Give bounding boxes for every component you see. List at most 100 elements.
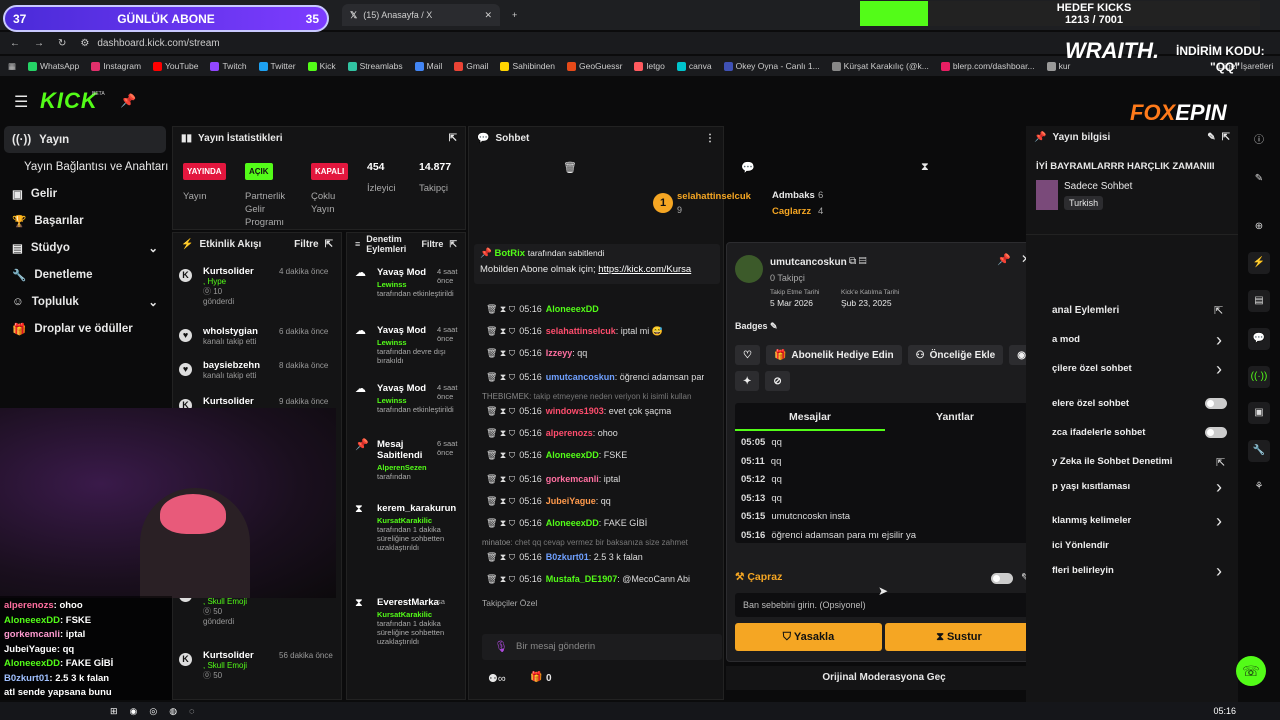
bookmark-item[interactable]: Streamlabs — [347, 61, 403, 72]
chevron-right-icon[interactable]: › — [1216, 359, 1222, 380]
external-link-icon[interactable]: ⇱ — [1216, 456, 1225, 469]
bookmark-item[interactable]: Sahibinden — [500, 61, 555, 72]
bookmark-item[interactable]: WhatsApp — [28, 61, 79, 72]
chat-bubble-icon[interactable]: 💬 — [741, 161, 755, 174]
channel-action-item[interactable]: klanmış kelimeler — [1052, 515, 1131, 526]
apps-icon[interactable]: ▦ — [8, 61, 16, 72]
chat-username[interactable]: Mustafa_DE1907 — [546, 574, 618, 584]
discord-icon[interactable]: ◎ — [149, 706, 157, 717]
moderation-icons[interactable]: 🗑 ⧗ ⛉ — [486, 518, 515, 528]
bookmark-item[interactable]: letgo — [634, 61, 665, 72]
chat-message[interactable]: 🗑 ⧗ ⛉ 05:16 JubeiYague: qq — [486, 496, 611, 507]
bookmark-item[interactable]: Twitch — [210, 61, 247, 72]
channel-action-item[interactable]: p yaşı kısıtlaması — [1052, 481, 1130, 492]
sidebar-item-topluluk[interactable]: ☺ Topluluk ⌄ — [0, 288, 170, 315]
toggle-switch[interactable] — [1205, 398, 1227, 409]
moderation-icons[interactable]: 🗑 ⧗ ⛉ — [486, 450, 515, 460]
edit-icon[interactable]: ✎ — [1207, 132, 1215, 143]
moderation-icons[interactable]: 🗑 ⧗ ⛉ — [486, 496, 515, 506]
more-icon[interactable]: ⋮ — [705, 133, 715, 144]
chat-message[interactable]: 🗑 ⧗ ⛉ 05:16 Mustafa_DE1907: @MecoCann Abi — [486, 574, 690, 585]
chat-username[interactable]: B0zkurt01 — [546, 552, 589, 562]
channel-action-item[interactable]: fleri belirleyin — [1052, 565, 1114, 576]
copy-icon[interactable]: ⧉ ▤ — [849, 256, 867, 267]
trash-icon[interactable]: 🗑 — [563, 161, 577, 174]
bookmark-item[interactable]: Gmail — [454, 61, 488, 72]
chat-username[interactable]: selahattinselcuk — [546, 326, 616, 336]
close-tab-icon[interactable]: ✕ — [484, 10, 492, 21]
block-button[interactable]: ⊘ — [765, 371, 790, 391]
channel-action-item[interactable]: ici Yönlendir — [1052, 540, 1109, 551]
moderation-icons[interactable]: 🗑 ⧗ ⛉ — [486, 372, 515, 382]
bookmark-item[interactable]: blerp.com/dashboar... — [940, 61, 1035, 72]
moderation-icons[interactable]: 🗑 ⧗ ⛉ — [486, 406, 515, 416]
chat-message[interactable]: 🗑 ⧗ ⛉ 05:16 AloneeexDD: FAKE GİBİ — [486, 518, 647, 529]
new-tab-icon[interactable]: + — [504, 4, 525, 26]
chat-message[interactable]: 🗑 ⧗ ⛉ 05:16 umutcancoskun: öğrenci adamsan… — [486, 372, 704, 383]
obs-icon[interactable]: ◍ — [169, 706, 177, 717]
moderation-icons[interactable]: 🗑 ⧗ ⛉ — [486, 474, 515, 484]
bookmark-item[interactable]: Twitter — [258, 61, 296, 72]
chevron-right-icon[interactable]: › — [1216, 561, 1222, 582]
chevron-right-icon[interactable]: › — [1216, 511, 1222, 532]
moderation-icons[interactable]: 🗑 ⧗ ⛉ — [486, 552, 515, 562]
chevron-right-icon[interactable]: › — [1216, 330, 1222, 351]
channel-action-item[interactable]: çilere özel sohbet — [1052, 363, 1132, 374]
bookmark-item[interactable]: Okey Oyna - Canlı 1... — [723, 61, 820, 72]
chat-message[interactable]: 🗑 ⧗ ⛉ 05:16 windows1903: evet çok şaçma — [486, 406, 671, 417]
menu-icon[interactable]: ☰ — [14, 92, 28, 112]
target-icon[interactable]: ⊕ — [1248, 216, 1270, 238]
original-moderation-button[interactable]: Orijinal Moderasyona Geç — [726, 666, 1042, 690]
bookmark-item[interactable]: canva — [676, 61, 712, 72]
channel-action-item[interactable]: zca ifadelerle sohbet — [1052, 427, 1145, 438]
chat-message[interactable]: 🗑 ⧗ ⛉ 05:16 selahattinselcuk: iptal mi 😅 — [486, 326, 663, 337]
forward-icon[interactable]: → — [34, 38, 44, 49]
chat-message[interactable]: 🗑 ⧗ ⛉ 05:16 AloneeexDD — [486, 304, 599, 315]
bookmark-item[interactable]: Kürşat Karakılıç (@k... — [831, 61, 929, 72]
chat-username[interactable]: THEBIGMEK — [482, 392, 529, 401]
moderation-icons[interactable]: 🗑 ⧗ ⛉ — [486, 348, 515, 358]
bookmark-item[interactable]: GeoGuessr — [566, 61, 622, 72]
gift-sub-button[interactable]: 🎁 Abonelik Hediye Edin — [765, 345, 902, 365]
pinned-link[interactable]: https://kick.com/Kursa — [598, 264, 691, 275]
popout-icon[interactable]: ⇱ — [1214, 304, 1223, 317]
chat-username[interactable]: Izzeyy — [546, 348, 573, 358]
chat-message[interactable]: 🗑 ⧗ ⛉ 05:16 AloneeexDD: FSKE — [486, 450, 627, 461]
chat-username[interactable]: windows1903 — [546, 406, 604, 416]
chat-username[interactable]: alperenozs — [546, 428, 593, 438]
bookmark-item[interactable]: Instagram — [91, 61, 141, 72]
channel-action-item[interactable]: elere özel sohbet — [1052, 398, 1129, 409]
chat-message[interactable]: minatoe: chet qq cevap vermez bir baksan… — [482, 538, 714, 547]
sidebar-item-stream-key[interactable]: Yayın Bağlantısı ve Anahtarı — [0, 153, 170, 180]
chrome-icon[interactable]: ◉ — [130, 706, 138, 717]
ban-button[interactable]: ⛉ Yasakla — [735, 623, 882, 651]
hourglass-icon[interactable]: ⧗ — [921, 161, 929, 174]
toggle-switch[interactable] — [1205, 427, 1227, 438]
save-icon[interactable]: ▣ — [1248, 402, 1270, 424]
support-button[interactable]: ☏ — [1236, 656, 1266, 686]
moderation-icons[interactable]: 🗑 ⧗ ⛉ — [486, 304, 515, 314]
bookmark-item[interactable]: Kick — [307, 61, 336, 72]
chat-username[interactable]: AloneeexDD — [546, 518, 599, 528]
chevron-right-icon[interactable]: › — [1216, 477, 1222, 498]
sidebar-item-studyo[interactable]: ▤ Stüdyo ⌄ — [0, 234, 170, 261]
chat-username[interactable]: umutcancoskun — [546, 372, 615, 382]
moderation-icons[interactable]: 🗑 ⧗ ⛉ — [486, 574, 515, 584]
chat-input[interactable]: Bir mesaj gönderin — [482, 634, 722, 660]
chat-message[interactable]: 🗑 ⧗ ⛉ 05:16 gorkemcanli: iptal — [486, 474, 620, 485]
moderation-icons[interactable]: 🗑 ⧗ ⛉ — [486, 428, 515, 438]
mute-button[interactable]: ⧗ Sustur — [885, 623, 1033, 651]
sidebar-item-gelir[interactable]: ▣ Gelir — [0, 180, 170, 207]
chat-icon[interactable]: 💬 — [1248, 328, 1270, 350]
edit-icon[interactable]: ✎ — [1248, 168, 1270, 190]
sidebar-item-yayin[interactable]: ((·)) Yayın — [4, 126, 166, 153]
chat-message[interactable]: 🗑 ⧗ ⛉ 05:16 B0zkurt01: 2.5 3 k falan — [486, 552, 643, 563]
filter-button[interactable]: Filtre — [421, 239, 443, 249]
lightning-icon[interactable]: ⚡ — [1248, 252, 1270, 274]
sidebar-item-denetleme[interactable]: 🔧 Denetleme — [0, 261, 170, 288]
add-priority-button[interactable]: ⚇ Önceliğe Ekle — [907, 345, 1004, 365]
info-icon[interactable]: ⓘ — [1248, 130, 1270, 152]
popout-icon[interactable]: ⇱ — [325, 239, 333, 250]
channel-action-item[interactable]: y Zeka ile Sohbet Denetimi — [1052, 456, 1172, 467]
tab-messages[interactable]: Mesajlar — [735, 403, 885, 431]
